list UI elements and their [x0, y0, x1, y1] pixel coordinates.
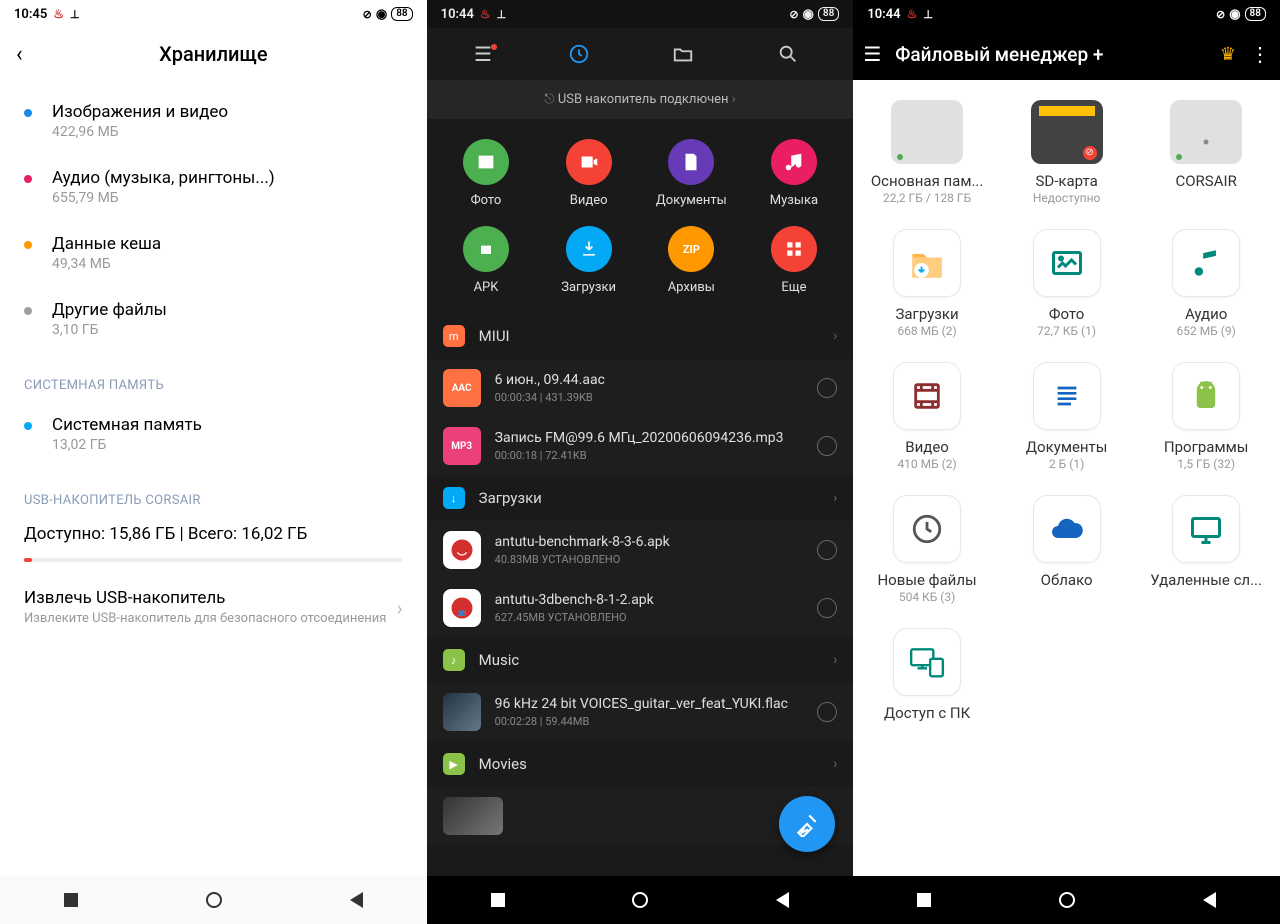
wifi-icon: ◉ — [803, 7, 814, 22]
group-music[interactable]: ♪Music› — [427, 637, 854, 683]
usb-icon: ⊥ — [70, 8, 80, 21]
app-title: Файловый менеджер + — [895, 43, 1206, 66]
nav-recents[interactable] — [917, 893, 931, 907]
status-bar: 10:45♨⊥ ⊘◉88 — [0, 0, 427, 28]
sim-off-icon: ⊘ — [789, 8, 798, 21]
crown-icon[interactable]: ♛ — [1220, 44, 1236, 65]
tile-remote[interactable]: Удаленные сл... — [1136, 485, 1276, 618]
wifi-icon: ◉ — [1229, 7, 1240, 22]
tile-new-files[interactable]: Новые файлы504 КБ (3) — [857, 485, 997, 618]
chevron-right-icon: › — [397, 596, 403, 620]
group-miui[interactable]: mMIUI› — [427, 313, 854, 359]
file-row[interactable]: 96 kHz 24 bit VOICES_guitar_ver_feat_YUK… — [427, 683, 854, 741]
wifi-icon: ◉ — [376, 7, 387, 22]
group-downloads[interactable]: ↓Загрузки› — [427, 475, 854, 521]
nav-back[interactable] — [1203, 892, 1216, 908]
tile-sd-card[interactable]: ⊘SD-картаНедоступно — [997, 90, 1137, 219]
tile-cloud[interactable]: Облако — [997, 485, 1137, 618]
section-usb: USB-НАКОПИТЕЛЬ CORSAIR — [0, 467, 427, 516]
status-bar: 10:44♨⊥ ⊘◉88 — [853, 0, 1280, 28]
tile-photo[interactable]: Фото72,7 КБ (1) — [997, 219, 1137, 352]
select-circle[interactable] — [817, 378, 837, 398]
nav-back[interactable] — [776, 892, 789, 908]
cat-downloads[interactable]: Загрузки — [537, 222, 640, 309]
battery-icon: 88 — [1245, 7, 1266, 21]
tile-corsair[interactable]: CORSAIR — [1136, 90, 1276, 219]
storage-header: ‹ Хранилище — [0, 28, 427, 80]
file-row[interactable]: MP3Запись FM@99.6 МГц_20200606094236.mp3… — [427, 417, 854, 475]
nav-bar — [0, 876, 427, 924]
tile-downloads[interactable]: Загрузки668 МБ (2) — [857, 219, 997, 352]
nav-home[interactable] — [1059, 892, 1075, 908]
tile-audio[interactable]: Аудио652 МБ (9) — [1136, 219, 1276, 352]
menu-icon[interactable]: ☰ — [863, 42, 881, 66]
nav-bar — [427, 876, 854, 924]
sim-off-icon: ⊘ — [1216, 8, 1225, 21]
cat-docs[interactable]: Документы — [640, 135, 743, 222]
cat-archives[interactable]: ZIPАрхивы — [640, 222, 743, 309]
storage-item-audio[interactable]: Аудио (музыка, рингтоны...)655,79 МБ — [0, 154, 427, 220]
nav-recents[interactable] — [64, 893, 78, 907]
nav-recents[interactable] — [491, 893, 505, 907]
nav-bar — [853, 876, 1280, 924]
file-row[interactable]: 3Dantutu-3dbench-8-1-2.apk627.45MB УСТАН… — [427, 579, 854, 637]
cat-more[interactable]: Еще — [743, 222, 846, 309]
usb-banner[interactable]: ⎋ USB накопитель подключен › — [427, 80, 854, 119]
app-bar: ☰ Файловый менеджер + ♛ ⋮ — [853, 28, 1280, 80]
battery-icon: 88 — [391, 7, 412, 21]
select-circle[interactable] — [817, 540, 837, 560]
usb-icon: ⊥ — [923, 8, 933, 21]
tile-documents[interactable]: Документы2 Б (1) — [997, 352, 1137, 485]
section-system: СИСТЕМНАЯ ПАМЯТЬ — [0, 352, 427, 401]
tiles-grid: Основная пам...22,2 ГБ / 128 ГБ ⊘SD-карт… — [853, 80, 1280, 747]
page-title: Хранилище — [16, 42, 411, 66]
usb-status: Доступно: 15,86 ГБ | Всего: 16,02 ГБ — [0, 516, 427, 550]
fire-icon: ♨ — [480, 7, 491, 21]
file-row[interactable]: antutu-benchmark-8-3-6.apk40.83MB УСТАНО… — [427, 521, 854, 579]
tile-pc-access[interactable]: Доступ с ПК — [857, 618, 997, 737]
storage-item-system[interactable]: Системная память13,02 ГБ — [0, 401, 427, 467]
tile-apps[interactable]: Программы1,5 ГБ (32) — [1136, 352, 1276, 485]
status-bar: 10:44♨⊥ ⊘◉88 — [427, 0, 854, 28]
battery-icon: 88 — [818, 7, 839, 21]
more-icon[interactable]: ⋮ — [1250, 42, 1270, 66]
nav-home[interactable] — [206, 892, 222, 908]
storage-item-cache[interactable]: Данные кеша49,34 МБ — [0, 220, 427, 286]
toolbar: ☰ — [427, 28, 854, 80]
tile-video[interactable]: Видео410 МБ (2) — [857, 352, 997, 485]
storage-item-other[interactable]: Другие файлы3,10 ГБ — [0, 286, 427, 352]
usb-progress — [24, 558, 403, 562]
recent-icon[interactable] — [568, 43, 608, 65]
storage-item-images[interactable]: Изображения и видео422,96 МБ — [0, 88, 427, 154]
tile-main-storage[interactable]: Основная пам...22,2 ГБ / 128 ГБ — [857, 90, 997, 219]
select-circle[interactable] — [817, 598, 837, 618]
cat-photo[interactable]: Фото — [435, 135, 538, 222]
search-icon[interactable] — [777, 43, 817, 65]
sim-off-icon: ⊘ — [363, 8, 372, 21]
cat-apk[interactable]: APK — [435, 222, 538, 309]
usb-icon: ⊥ — [497, 8, 507, 21]
svg-text:3D: 3D — [457, 610, 466, 618]
nav-back[interactable] — [350, 892, 363, 908]
group-movies[interactable]: ▶Movies› — [427, 741, 854, 787]
select-circle[interactable] — [817, 436, 837, 456]
category-grid: Фото Видео Документы Музыка APK Загрузки… — [427, 119, 854, 313]
fire-icon: ♨ — [53, 7, 64, 21]
menu-icon[interactable]: ☰ — [463, 42, 503, 66]
clean-fab[interactable] — [779, 796, 835, 852]
folder-icon[interactable] — [672, 43, 712, 65]
cat-video[interactable]: Видео — [537, 135, 640, 222]
select-circle[interactable] — [817, 702, 837, 722]
eject-usb-row[interactable]: Извлечь USB-накопительИзвлеките USB-нако… — [0, 576, 427, 640]
nav-home[interactable] — [632, 892, 648, 908]
file-row[interactable]: AAC6 июн., 09.44.aac00:00:34 | 431.39KB — [427, 359, 854, 417]
cat-music[interactable]: Музыка — [743, 135, 846, 222]
fire-icon: ♨ — [907, 7, 918, 21]
